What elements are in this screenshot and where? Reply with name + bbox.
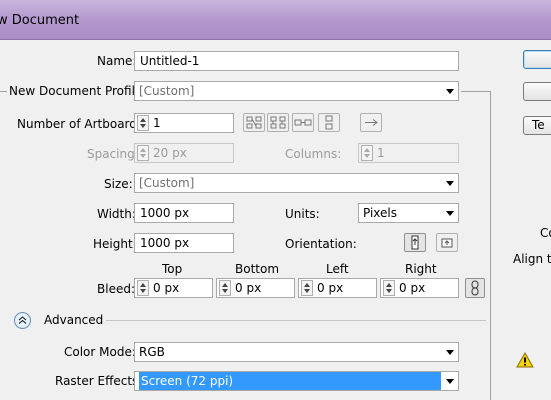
bleed-right-stepper[interactable] [383,280,395,296]
bleed-top-field[interactable]: 0 px [134,278,213,298]
name-field[interactable]: Untitled-1 [134,51,459,71]
link-icon[interactable] [465,278,485,298]
bleed-top-label: Top [162,262,183,276]
arrange-by-row-icon[interactable] [292,113,314,132]
bleed-left-value: 0 px [317,281,344,295]
bleed-left-stepper[interactable] [301,280,313,296]
color-mode-select[interactable]: RGB [134,342,459,362]
profile-bracket-left [0,91,7,92]
chevron-down-icon [446,181,454,186]
bleed-top-value: 0 px [153,281,180,295]
bleed-right-label: Right [405,262,437,276]
templates-button[interactable]: Te [523,116,551,135]
grid-by-row-icon[interactable] [243,113,265,132]
raster-effects-value: Screen (72 ppi) [139,372,441,390]
arrange-by-column-icon[interactable] [318,113,340,132]
units-label: Units: [285,207,320,221]
bleed-label: Bleed: [97,282,135,296]
name-label: Name: [97,54,137,68]
info-align-text: Align to [513,252,551,266]
chevron-up-double-icon[interactable] [14,312,31,329]
bleed-top-stepper[interactable] [137,280,149,296]
columns-field[interactable]: 1 [358,143,459,163]
bleed-bottom-value: 0 px [235,281,262,295]
spacing-field[interactable]: 20 px [134,143,234,163]
warning-icon [516,351,534,371]
profile-bracket-right [461,91,491,92]
bleed-left-field[interactable]: 0 px [298,278,377,298]
bleed-bottom-stepper[interactable] [219,280,231,296]
profile-value: [Custom] [139,84,195,98]
bleed-left-label: Left [326,262,349,276]
columns-label: Columns: [285,147,342,161]
units-value: Pixels [363,206,398,220]
portrait-icon[interactable] [404,233,426,252]
cancel-button[interactable] [523,82,551,101]
bleed-right-value: 0 px [399,281,426,295]
bleed-bottom-label: Bottom [235,262,280,276]
artboards-stepper[interactable] [137,115,149,131]
profile-select[interactable]: [Custom] [134,81,459,101]
grid-by-column-icon[interactable] [267,113,289,132]
height-label: Height: [93,237,137,251]
chevron-down-icon [446,89,454,94]
new-document-dialog: Name: Untitled-1 New Document Profile: [… [0,40,551,400]
right-to-left-icon[interactable] [360,113,382,132]
landscape-icon[interactable] [436,233,458,252]
orientation-label: Orientation: [285,237,357,251]
artboards-value: 1 [153,116,161,130]
units-select[interactable]: Pixels [358,203,459,223]
size-value: [Custom] [139,176,195,190]
title-bar[interactable]: w Document [0,0,551,40]
advanced-label: Advanced [44,313,104,327]
advanced-separator [106,320,486,321]
spacing-label: Spacing: [87,147,139,161]
columns-stepper[interactable] [361,145,373,161]
spacing-stepper[interactable] [137,145,149,161]
ok-button[interactable] [523,50,551,69]
window-title: w Document [0,13,80,28]
raster-effects-label: Raster Effects: [55,374,143,388]
size-select[interactable]: [Custom] [134,173,459,193]
size-label: Size: [104,177,133,191]
profile-label: New Document Profile: [9,84,147,98]
profile-bracket-vertical [490,91,491,400]
chevron-down-icon [446,379,454,384]
color-mode-label: Color Mode: [64,345,136,359]
info-co-text: Co [540,226,551,240]
artboards-label: Number of Artboards: [17,117,148,131]
width-field[interactable]: 1000 px [134,203,234,223]
chevron-down-icon [446,350,454,355]
spacing-value: 20 px [153,146,187,160]
artboards-field[interactable]: 1 [134,113,234,133]
columns-value: 1 [377,146,385,160]
chevron-down-icon [446,211,454,216]
width-label: Width: [97,207,136,221]
bleed-bottom-field[interactable]: 0 px [216,278,295,298]
raster-effects-select[interactable]: Screen (72 ppi) [134,371,459,391]
color-mode-value: RGB [139,345,165,359]
height-field[interactable]: 1000 px [134,233,234,253]
bleed-right-field[interactable]: 0 px [380,278,459,298]
